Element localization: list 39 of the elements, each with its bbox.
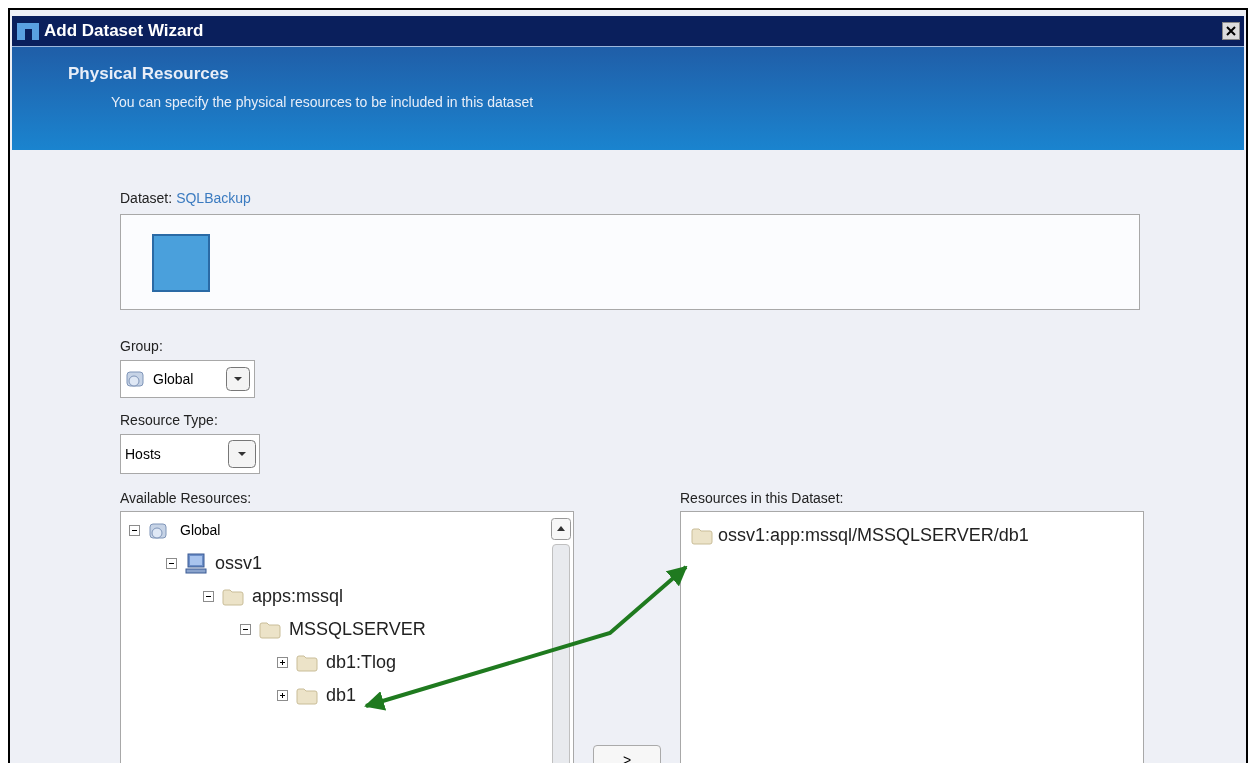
field-label: Group:	[120, 337, 164, 356]
expand-toggle[interactable]	[277, 690, 288, 701]
computer-icon	[185, 552, 207, 575]
expand-toggle[interactable]	[277, 657, 288, 668]
server-group-icon	[148, 520, 168, 541]
folder-icon	[296, 686, 318, 705]
tree-item[interactable]: ossv1	[215, 550, 263, 577]
resource-type-dropdown[interactable]: Hosts	[120, 434, 260, 474]
collapse-toggle[interactable]	[166, 558, 177, 569]
tree-item[interactable]: Global	[180, 520, 221, 541]
dataset-icon	[152, 234, 210, 292]
field-label: Resources in this Dataset:	[680, 489, 845, 508]
tree-item[interactable]: db1	[326, 682, 357, 709]
folder-icon	[222, 587, 244, 606]
tree-item[interactable]: apps:mssql	[252, 583, 344, 610]
tree-item[interactable]: MSSQLSERVER	[289, 616, 426, 643]
app-logo-icon	[16, 21, 40, 41]
server-group-icon	[125, 369, 145, 389]
folder-icon	[691, 526, 713, 545]
folder-icon	[259, 620, 281, 639]
field-label: Dataset:	[120, 189, 173, 208]
window-title: Add Dataset Wizard	[44, 20, 204, 43]
list-item[interactable]: ossv1:app:mssql/MSSQLSERVER/db1	[718, 522, 1029, 549]
scroll-up-icon	[551, 518, 571, 540]
add-button[interactable]: >	[593, 745, 661, 763]
collapse-toggle[interactable]	[240, 624, 251, 635]
folder-icon	[296, 653, 318, 672]
field-label: Resource Type:	[120, 411, 219, 430]
scroll-thumb[interactable]	[552, 544, 570, 763]
page-subtitle: You can specify the physical resources to be included in this dataset	[111, 92, 535, 112]
group-dropdown[interactable]: Global	[120, 360, 255, 398]
tree-item[interactable]: db1:Tlog	[326, 649, 397, 676]
field-label: Available Resources:	[120, 489, 253, 508]
close-button[interactable]	[1222, 22, 1240, 40]
page-title: Physical Resources	[68, 63, 230, 85]
collapse-toggle[interactable]	[129, 525, 140, 536]
close-icon	[1226, 26, 1236, 36]
collapse-toggle[interactable]	[203, 591, 214, 602]
dataset-name: SQLBackup	[176, 189, 251, 208]
